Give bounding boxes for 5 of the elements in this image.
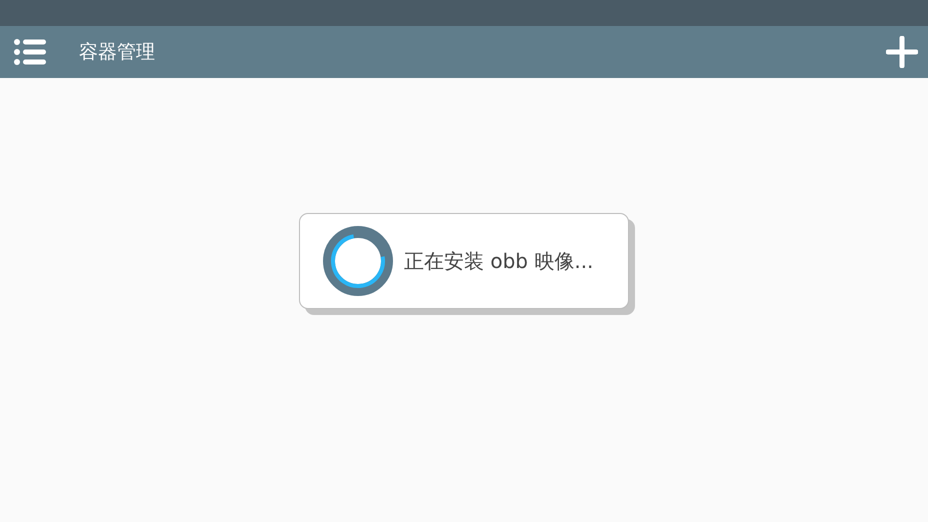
menu-icon[interactable] — [14, 39, 46, 65]
loading-spinner-icon — [322, 225, 394, 297]
app-title: 容器管理 — [79, 40, 156, 65]
progress-message: 正在安装 obb 映像... — [404, 248, 594, 274]
add-icon[interactable] — [886, 36, 918, 68]
